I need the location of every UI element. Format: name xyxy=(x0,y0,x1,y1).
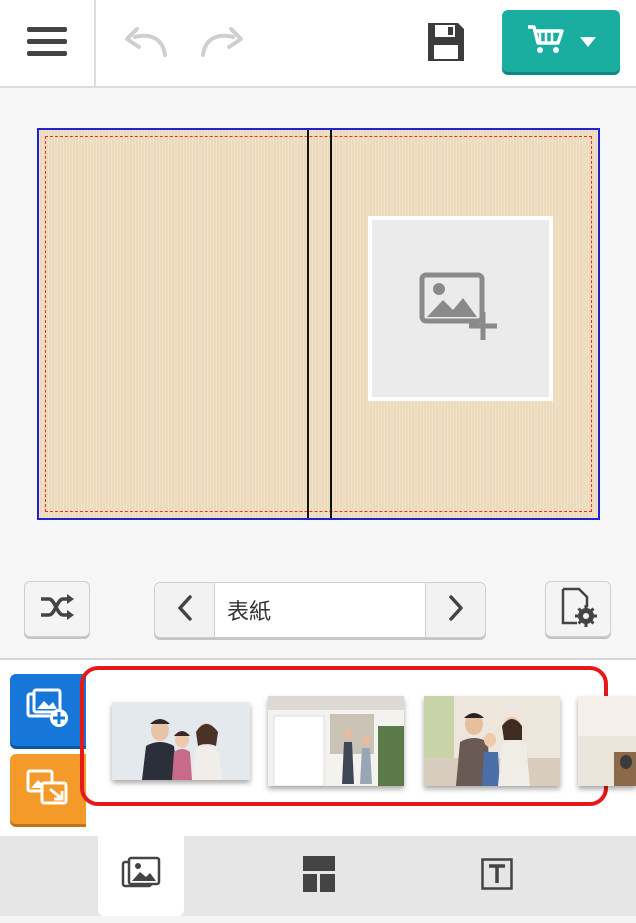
prev-page-button[interactable] xyxy=(155,583,215,637)
photo-slot[interactable] xyxy=(368,216,553,401)
cart-button[interactable] xyxy=(502,10,620,72)
photo-thumbnail[interactable] xyxy=(424,696,560,786)
page-settings-icon xyxy=(559,587,597,631)
add-photo-icon xyxy=(26,688,70,732)
tab-layout[interactable] xyxy=(276,836,362,916)
layout-tab-icon xyxy=(303,856,335,896)
text-tab-icon xyxy=(481,858,513,894)
photo-thumbnail[interactable] xyxy=(578,696,636,786)
cover-spread[interactable] xyxy=(37,128,600,520)
page-label: 表紙 xyxy=(227,600,272,625)
top-toolbar xyxy=(0,0,636,88)
redo-button[interactable] xyxy=(194,20,250,68)
page-settings-button[interactable] xyxy=(545,581,611,637)
shuffle-icon xyxy=(39,593,75,625)
shuffle-button[interactable] xyxy=(24,581,90,637)
hamburger-icon xyxy=(27,27,67,61)
save-button[interactable] xyxy=(418,16,474,72)
bottom-edge xyxy=(0,916,636,923)
photo-thumbnail[interactable] xyxy=(268,696,404,786)
editor-canvas xyxy=(0,90,636,562)
tab-text[interactable] xyxy=(454,836,540,916)
caret-down-icon xyxy=(580,32,596,51)
photo-tray xyxy=(0,658,636,836)
menu-button[interactable] xyxy=(0,0,96,88)
spine-left-line xyxy=(307,130,309,518)
floppy-disk-icon xyxy=(426,21,466,67)
swap-photo-button[interactable] xyxy=(10,754,86,824)
photo-thumbnail[interactable] xyxy=(112,702,250,780)
tab-photos[interactable] xyxy=(98,836,184,916)
chevron-left-icon xyxy=(177,595,193,625)
redo-icon xyxy=(197,25,247,63)
photobook-editor: 表紙 xyxy=(0,0,636,923)
undo-button[interactable] xyxy=(118,20,174,68)
bottom-tab-bar xyxy=(0,836,636,923)
swap-photo-icon xyxy=(26,767,70,811)
add-image-icon xyxy=(419,272,503,346)
photos-tab-icon xyxy=(121,856,161,896)
cart-icon xyxy=(526,23,564,59)
undo-icon xyxy=(121,25,171,63)
next-page-button[interactable] xyxy=(425,583,485,637)
page-navigator: 表紙 xyxy=(154,582,486,638)
chevron-right-icon xyxy=(448,595,464,625)
add-photo-button[interactable] xyxy=(10,674,86,746)
spine-right-line xyxy=(330,130,332,518)
